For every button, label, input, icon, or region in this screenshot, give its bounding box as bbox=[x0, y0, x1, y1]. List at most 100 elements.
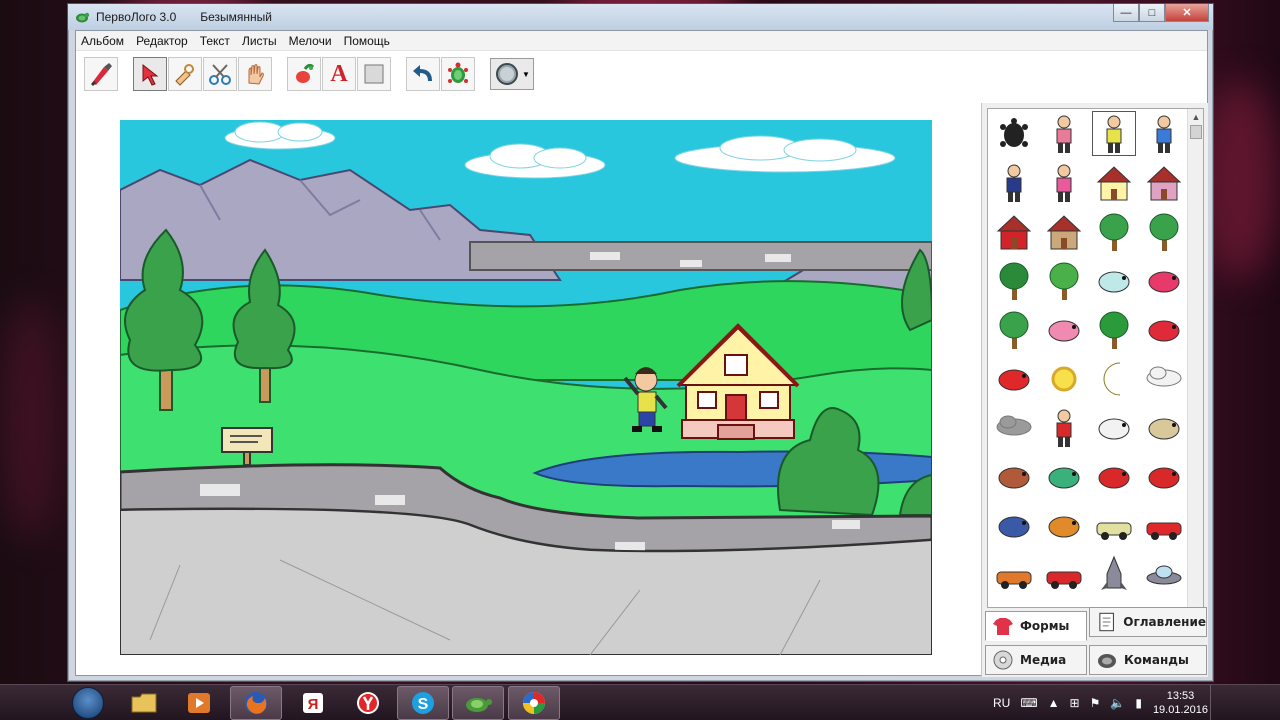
taskbar-firefox[interactable] bbox=[230, 686, 282, 720]
palette-item-girl[interactable] bbox=[1040, 109, 1088, 158]
palette-item-car-red[interactable] bbox=[1140, 501, 1188, 550]
app-window: ПервоЛого 3.0 Безымянный — □ ✕ Альбом Ре… bbox=[67, 3, 1214, 682]
clock-date: 19.01.2016 bbox=[1152, 704, 1208, 716]
snow-mountain-icon bbox=[1098, 271, 1130, 292]
tab-media[interactable]: Медиа bbox=[985, 645, 1087, 675]
brush-tool-button[interactable] bbox=[84, 57, 118, 91]
palette-item-dolphin[interactable] bbox=[990, 501, 1038, 550]
taskbar-explorer[interactable] bbox=[118, 686, 170, 720]
select-tool-button[interactable] bbox=[133, 57, 167, 91]
taskbar-yandex-mail[interactable]: Я bbox=[287, 686, 339, 720]
rectangle-tool-button[interactable] bbox=[357, 57, 391, 91]
close-button[interactable]: ✕ bbox=[1165, 4, 1209, 22]
lion-icon bbox=[1148, 418, 1180, 439]
menu-help[interactable]: Помощь bbox=[344, 34, 390, 48]
flag-icon[interactable]: ⚑ bbox=[1090, 696, 1101, 710]
palette-item-roses[interactable] bbox=[1140, 305, 1188, 354]
palette-item-girl-dress[interactable] bbox=[1140, 109, 1188, 158]
minimize-button[interactable]: — bbox=[1113, 4, 1139, 22]
moon-icon bbox=[1103, 362, 1121, 395]
palette-item-ufo[interactable] bbox=[1140, 550, 1188, 599]
palette-item-tractor[interactable] bbox=[990, 550, 1038, 599]
menu-trifles[interactable]: Мелочи bbox=[289, 34, 332, 48]
palette-item-moon[interactable] bbox=[1090, 354, 1138, 403]
palette-item-castle[interactable] bbox=[1140, 158, 1188, 207]
drawing-canvas[interactable] bbox=[120, 120, 932, 655]
scroll-up-icon[interactable]: ▲ bbox=[1188, 109, 1203, 125]
palette-item-santa[interactable] bbox=[1040, 403, 1088, 452]
palette-item-birch[interactable] bbox=[1040, 256, 1088, 305]
windows-icon[interactable]: ⊞ bbox=[1070, 696, 1080, 710]
tab-contents[interactable]: Оглавление bbox=[1089, 607, 1207, 637]
taskbar-media-player[interactable] bbox=[173, 686, 225, 720]
palette-item-pagoda[interactable] bbox=[990, 207, 1038, 256]
show-desktop-button[interactable] bbox=[1210, 685, 1214, 720]
hut-icon bbox=[1046, 214, 1082, 249]
scroll-thumb[interactable] bbox=[1190, 125, 1202, 139]
palette-item-tree-small[interactable] bbox=[1140, 207, 1188, 256]
clock[interactable]: 13:53 19.01.2016 bbox=[1153, 689, 1208, 717]
palette-item-bird-red-2[interactable] bbox=[1140, 452, 1188, 501]
keyboard-icon[interactable]: ⌨ bbox=[1020, 696, 1037, 710]
taskbar-pervologo[interactable] bbox=[452, 686, 504, 720]
taskbar-yandex-browser[interactable] bbox=[342, 686, 394, 720]
palette-item-turtle[interactable] bbox=[990, 109, 1038, 158]
palette-item-rocket[interactable] bbox=[1090, 550, 1138, 599]
text-tool-icon: A bbox=[330, 60, 348, 87]
palette-item-fish[interactable] bbox=[1040, 452, 1088, 501]
volume-icon[interactable]: 🔈 bbox=[1110, 696, 1125, 710]
tab-commands[interactable]: Команды bbox=[1089, 645, 1207, 675]
signal-icon[interactable]: ▮ bbox=[1135, 696, 1142, 710]
palette-item-butterfly[interactable] bbox=[1040, 501, 1088, 550]
paint-bucket-icon bbox=[296, 63, 315, 83]
menu-text[interactable]: Текст bbox=[200, 34, 230, 48]
palette-item-cat[interactable] bbox=[990, 452, 1038, 501]
stamp-tool-button[interactable] bbox=[238, 57, 272, 91]
tab-forms[interactable]: Формы bbox=[985, 611, 1087, 641]
palette-item-lion[interactable] bbox=[1140, 403, 1188, 452]
text-tool-button[interactable]: A bbox=[322, 57, 356, 91]
undo-button[interactable] bbox=[406, 57, 440, 91]
palette-item-tulip[interactable] bbox=[990, 354, 1038, 403]
menu-sheets[interactable]: Листы bbox=[242, 34, 277, 48]
palette-item-hut[interactable] bbox=[1040, 207, 1088, 256]
birch-icon bbox=[1049, 262, 1079, 300]
menu-editor[interactable]: Редактор bbox=[136, 34, 188, 48]
palette-item-dog[interactable] bbox=[1090, 403, 1138, 452]
shape-dropdown[interactable]: ▼ bbox=[490, 58, 534, 90]
title-bar[interactable]: ПервоЛого 3.0 Безымянный — □ ✕ bbox=[68, 4, 1213, 30]
palette-item-sun[interactable] bbox=[1040, 354, 1088, 403]
palette-item-policeman[interactable] bbox=[990, 158, 1038, 207]
pick-tool-button[interactable] bbox=[168, 57, 202, 91]
maximize-button[interactable]: □ bbox=[1139, 4, 1165, 22]
turtle-app-icon bbox=[466, 698, 492, 712]
palette-item-cloud[interactable] bbox=[1140, 354, 1188, 403]
turtle-button[interactable] bbox=[441, 57, 475, 91]
palette-item-boy[interactable] bbox=[1090, 109, 1138, 158]
scissors-tool-button[interactable] bbox=[203, 57, 237, 91]
language-indicator[interactable]: RU bbox=[993, 696, 1010, 710]
palette-item-bird-red[interactable] bbox=[1090, 452, 1138, 501]
palette-item-house[interactable] bbox=[1090, 158, 1138, 207]
palette-item-leaves[interactable] bbox=[990, 305, 1038, 354]
palette-item-tennis-girl[interactable] bbox=[1040, 158, 1088, 207]
palette-item-tree[interactable] bbox=[1090, 207, 1138, 256]
palette-item-car-sport[interactable] bbox=[1040, 550, 1088, 599]
shirt-icon bbox=[993, 618, 1013, 635]
disc-icon bbox=[993, 650, 1013, 670]
fill-tool-button[interactable] bbox=[287, 57, 321, 91]
palette-item-palm[interactable] bbox=[990, 256, 1038, 305]
palette-item-car-beetle[interactable] bbox=[1090, 501, 1138, 550]
palette-scrollbar[interactable]: ▲ bbox=[1187, 109, 1203, 607]
palette-item-fir[interactable] bbox=[1090, 305, 1138, 354]
palette-item-flowers[interactable] bbox=[1140, 256, 1188, 305]
taskbar-skype[interactable]: S bbox=[397, 686, 449, 720]
start-button[interactable] bbox=[72, 687, 104, 719]
taskbar-chromium[interactable] bbox=[508, 686, 560, 720]
palette-item-snow-mountain[interactable] bbox=[1090, 256, 1138, 305]
flower-pink-icon bbox=[1048, 320, 1080, 341]
tray-expand-icon[interactable]: ▲ bbox=[1048, 696, 1060, 710]
palette-item-flower-pink[interactable] bbox=[1040, 305, 1088, 354]
menu-album[interactable]: Альбом bbox=[81, 34, 124, 48]
palette-item-storm-cloud[interactable] bbox=[990, 403, 1038, 452]
